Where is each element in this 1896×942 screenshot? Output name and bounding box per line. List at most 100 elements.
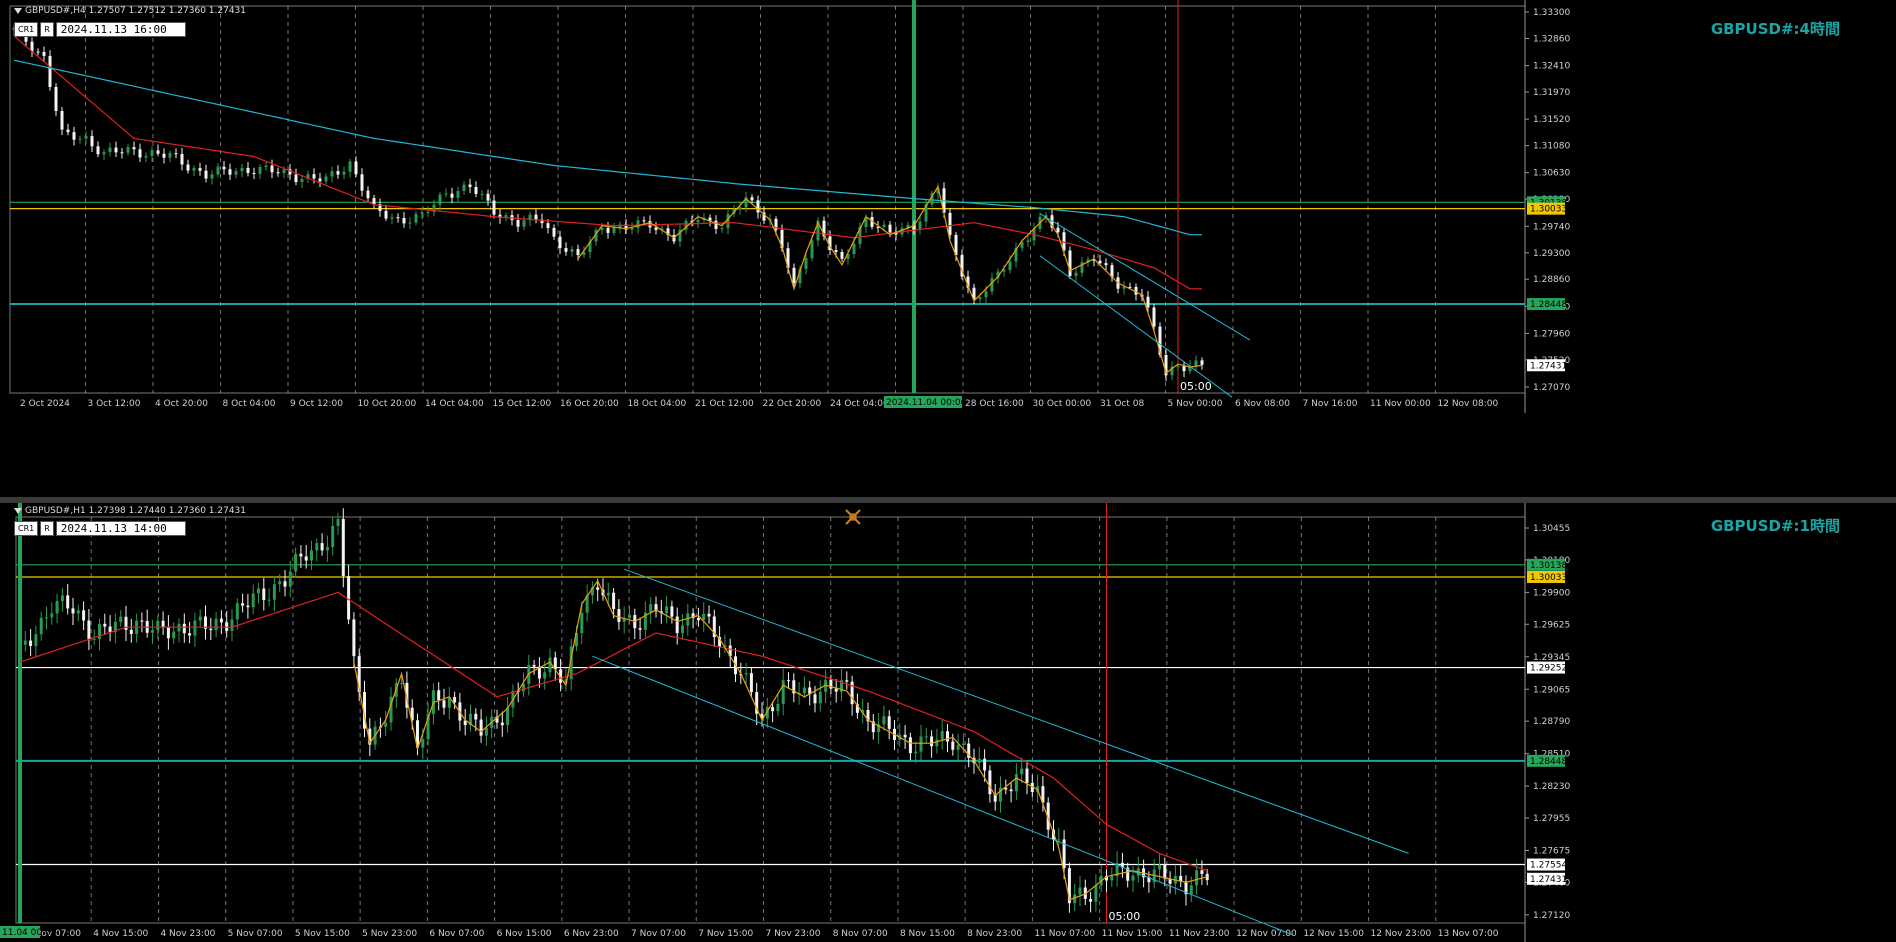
y-tick-label: 1.28860 — [1533, 275, 1570, 285]
candle-body — [749, 673, 753, 693]
candle-body — [1158, 864, 1161, 870]
candle-body — [681, 625, 684, 634]
price-tag-label: 1.28448 — [1530, 757, 1567, 767]
candle-body — [119, 616, 123, 622]
h4-chart-panel[interactable]: 2 Oct 2024 3 Oct 12:00 4 Oct 20:00 8 Oct 04… — [0, 0, 1896, 497]
candle-body — [930, 736, 934, 747]
price-tag-label: 1.30138 — [1530, 561, 1567, 571]
candle-body — [228, 169, 232, 175]
candle-body — [924, 736, 928, 738]
bar-countdown-label: 05:00 — [1180, 380, 1212, 393]
candle-body — [129, 629, 133, 634]
x-tick-label: 6 Nov 07:00 — [429, 929, 484, 939]
candle-body — [670, 606, 674, 617]
candle-body — [810, 240, 814, 259]
candle-body — [262, 588, 266, 600]
x-tick-label: 8 Oct 04:00 — [223, 399, 276, 409]
candle-body — [246, 167, 250, 173]
y-tick-label: 1.27955 — [1533, 814, 1570, 824]
candle-body — [193, 620, 197, 636]
h1-chart-panel[interactable]: 4 Nov 07:00 4 Nov 15:00 4 Nov 23:00 5 Nov 0… — [0, 503, 1896, 942]
candle-body — [300, 179, 304, 182]
h4-chart-canvas[interactable]: 2 Oct 2024 3 Oct 12:00 4 Oct 20:00 8 Oct 04… — [0, 0, 1896, 497]
candle-body — [162, 153, 166, 158]
x-tick-label: 6 Nov 08:00 — [1235, 399, 1290, 409]
candle-body — [1152, 307, 1156, 327]
collapse-triangle-icon[interactable] — [14, 507, 22, 514]
collapse-triangle-icon[interactable] — [14, 7, 22, 14]
candle-body — [426, 211, 430, 213]
candle-body — [360, 174, 364, 191]
candle-body — [66, 595, 70, 609]
x-tick-label: 12 Nov 08:00 — [1438, 399, 1499, 409]
candle-body — [914, 751, 918, 754]
candle-body — [532, 664, 536, 667]
candle-body — [188, 633, 192, 636]
candle-body — [23, 640, 27, 645]
trend-channel-line — [624, 568, 1409, 854]
candle-body — [1131, 875, 1135, 881]
candle-body — [1200, 360, 1204, 365]
y-tick-label: 1.29065 — [1533, 685, 1570, 695]
y-tick-label: 1.27960 — [1533, 329, 1570, 339]
candle-body — [276, 172, 280, 174]
candle-body — [408, 222, 412, 224]
candle-body — [834, 250, 838, 252]
h4-time-box[interactable]: 2024.11.13 16:00 — [55, 22, 186, 37]
candle-body — [834, 688, 838, 692]
plot-frame — [15, 516, 1526, 924]
candle-body — [480, 193, 484, 195]
candle-body — [216, 166, 220, 175]
h1-cr1-button[interactable]: CR1 — [14, 521, 39, 536]
h1-r-button[interactable]: R — [40, 521, 54, 536]
candle-body — [1098, 260, 1102, 264]
candle-body — [219, 618, 223, 623]
price-tag-label: 1.29252 — [1530, 664, 1567, 674]
h4-cr1-button[interactable]: CR1 — [14, 22, 39, 37]
candle-body — [720, 228, 724, 230]
x-tick-label: 6 Nov 15:00 — [497, 929, 552, 939]
candle-body — [366, 190, 370, 199]
candle-body — [1068, 250, 1072, 276]
candle-body — [813, 694, 817, 704]
candle-body — [1056, 227, 1060, 233]
x-tick-label: 11 Nov 23:00 — [1169, 929, 1230, 939]
candle-body — [1025, 768, 1029, 783]
trend-channel-line — [1039, 213, 1251, 341]
y-tick-label: 1.32410 — [1533, 62, 1570, 72]
candle-body — [1026, 240, 1030, 242]
candle-body — [606, 227, 610, 233]
candle-body — [888, 224, 892, 233]
price-tag-label: 1.30033 — [1530, 573, 1567, 583]
candle-body — [272, 584, 276, 600]
candle-body — [299, 553, 303, 557]
candle-body — [204, 170, 208, 179]
candle-body — [312, 174, 316, 179]
h1-chart-canvas[interactable]: 4 Nov 07:00 4 Nov 15:00 4 Nov 23:00 5 Nov 0… — [0, 503, 1896, 942]
y-tick-label: 1.27070 — [1533, 383, 1570, 393]
h4-r-button[interactable]: R — [40, 22, 54, 37]
candle-body — [402, 218, 406, 224]
candle-body — [390, 217, 394, 219]
x-tick-label: 12 Nov 15:00 — [1303, 929, 1364, 939]
x-tick-label: 7 Nov 23:00 — [766, 929, 821, 939]
candle-body — [1122, 286, 1126, 289]
candle-body — [192, 168, 196, 171]
price-tag-label: 1.27554 — [1530, 861, 1567, 871]
x-tick-label: 11 Nov 07:00 — [1034, 929, 1095, 939]
crosshair-tool-icon — [845, 509, 861, 525]
candle-body — [462, 184, 466, 191]
candle-body — [48, 55, 52, 87]
candle-body — [1189, 885, 1193, 895]
y-tick-label: 1.31970 — [1533, 88, 1570, 98]
candle-body — [126, 147, 130, 153]
y-tick-label: 1.30455 — [1533, 524, 1570, 534]
candle-body — [543, 672, 547, 679]
candle-body — [267, 599, 271, 601]
candle-body — [108, 626, 112, 633]
candle-body — [341, 518, 345, 577]
candle-body — [108, 147, 112, 153]
candle-body — [198, 168, 202, 171]
h1-time-box[interactable]: 2024.11.13 14:00 — [55, 521, 186, 536]
candle-body — [414, 213, 418, 223]
